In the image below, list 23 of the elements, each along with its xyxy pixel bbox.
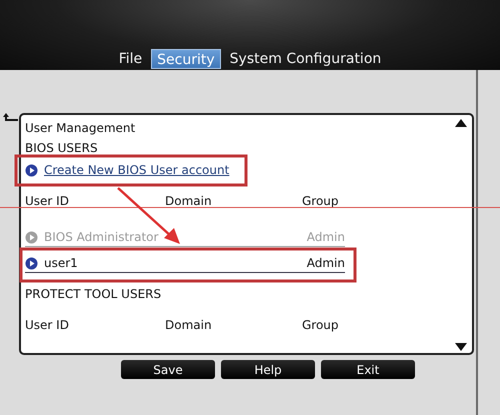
column-header: Group	[302, 317, 340, 333]
bullet-icon	[25, 164, 38, 176]
column-header: Domain	[165, 193, 213, 209]
bullet-icon	[25, 230, 38, 244]
create-user-link[interactable]: Create New BIOS User account	[25, 162, 230, 178]
column-header: Domain	[165, 317, 213, 333]
action-button[interactable]: Exit	[321, 360, 415, 379]
panel-title: User Management	[25, 120, 136, 136]
column-header: Group	[302, 193, 340, 209]
column-header: User ID	[25, 317, 70, 333]
scroll-down-icon[interactable]	[455, 343, 467, 351]
section-heading: BIOS USERS	[25, 140, 99, 156]
bullet-icon	[25, 256, 38, 270]
menu-tab[interactable]: File	[114, 49, 148, 69]
section-heading: PROTECT TOOL USERS	[25, 286, 162, 302]
action-button[interactable]: Help	[221, 360, 315, 379]
scroll-up-icon[interactable]	[455, 119, 467, 127]
action-button[interactable]: Save	[121, 360, 215, 379]
menu-tab[interactable]: System Configuration	[224, 49, 386, 69]
menu-tab[interactable]: Security	[151, 49, 221, 69]
column-header: User ID	[25, 193, 70, 209]
user-row[interactable]: user1 Admin	[25, 255, 345, 273]
back-arrow-icon[interactable]	[2, 112, 18, 122]
